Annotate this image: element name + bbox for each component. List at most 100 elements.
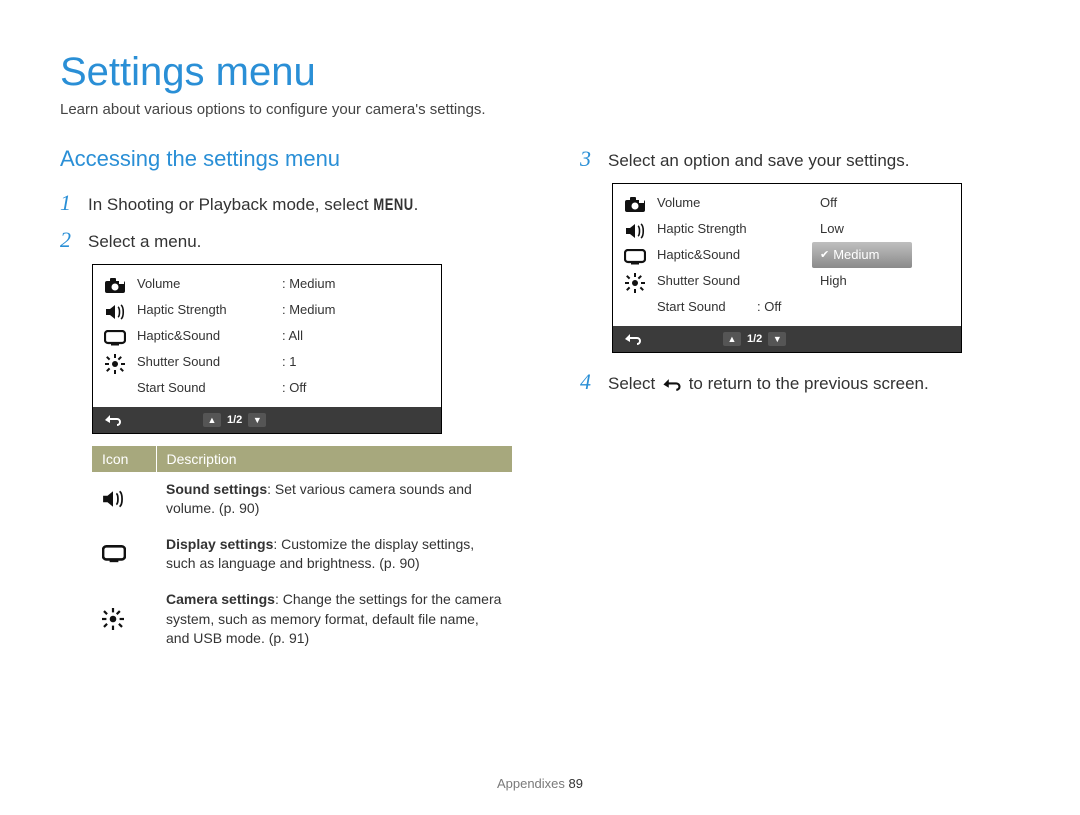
camera-icon <box>613 192 657 218</box>
menu-label: Volume <box>657 195 802 210</box>
menu-row[interactable]: Volume: Medium <box>137 271 441 297</box>
menu-value: : Medium <box>282 276 431 291</box>
sound-icon <box>92 472 156 527</box>
menu-label: Haptic&Sound <box>657 247 802 262</box>
section-heading: Accessing the settings menu <box>60 146 500 172</box>
page-number: 89 <box>569 776 583 791</box>
pager: ▲ 1/2 ▼ <box>203 413 266 427</box>
step-text: Select an option and save your settings. <box>608 149 909 173</box>
table-row: Sound settings: Set various camera sound… <box>92 472 512 527</box>
page-indicator: 1/2 <box>747 333 762 345</box>
display-icon <box>613 244 657 270</box>
menu-row[interactable]: Shutter Sound: 1 <box>137 349 441 375</box>
screen-sidebar <box>93 265 137 407</box>
page-down-icon[interactable]: ▼ <box>768 332 786 346</box>
check-icon: ✔ <box>820 248 829 261</box>
page-up-icon[interactable]: ▲ <box>203 413 221 427</box>
menu-row[interactable]: Shutter Sound <box>657 268 812 294</box>
step-number: 2 <box>60 227 78 253</box>
icon-description-table: Icon Description Sound settings: Set var… <box>92 446 512 657</box>
menu-chip-icon: MENU <box>373 194 413 218</box>
th-description: Description <box>156 446 512 472</box>
page-footer: Appendixes 89 <box>0 776 1080 791</box>
camera-icon <box>93 273 137 299</box>
menu-row[interactable]: Haptic Strength: Medium <box>137 297 441 323</box>
screen-mockup-1: Volume: Medium Haptic Strength: Medium H… <box>92 264 442 434</box>
table-row: Camera settings: Change the settings for… <box>92 582 512 657</box>
option-label: Off <box>820 195 837 210</box>
step-pre: Select <box>608 374 660 393</box>
footer-label: Appendixes <box>497 776 565 791</box>
page-indicator: 1/2 <box>227 414 242 426</box>
display-icon <box>92 527 156 582</box>
step-4: 4 Select to return to the previous scree… <box>580 369 1020 396</box>
gear-icon <box>93 351 137 377</box>
step-3: 3 Select an option and save your setting… <box>580 146 1020 173</box>
step-1: 1 In Shooting or Playback mode, select M… <box>60 190 500 217</box>
menu-label: Start Sound <box>657 299 757 314</box>
menu-label: Haptic Strength <box>137 302 282 317</box>
menu-label: Haptic&Sound <box>137 328 282 343</box>
page-down-icon[interactable]: ▼ <box>248 413 266 427</box>
left-column: Accessing the settings menu 1 In Shootin… <box>60 146 500 657</box>
option-row[interactable]: Low <box>812 216 912 242</box>
desc-bold: Display settings <box>166 536 273 552</box>
menu-label: Volume <box>137 276 282 291</box>
desc-bold: Sound settings <box>166 481 267 497</box>
screen-menu-list: Volume Haptic Strength Haptic&Sound Shut… <box>657 184 812 326</box>
menu-value: : Medium <box>282 302 431 317</box>
display-icon <box>93 325 137 351</box>
pager: ▲ 1/2 ▼ <box>723 332 786 346</box>
right-column: 3 Select an option and save your setting… <box>580 146 1020 657</box>
option-label: Low <box>820 221 844 236</box>
page-title: Settings menu <box>60 50 1020 95</box>
menu-row[interactable]: Haptic&Sound <box>657 242 812 268</box>
option-row[interactable]: Off <box>812 190 912 216</box>
step-pre: In Shooting or Playback mode, select <box>88 195 373 214</box>
screen-footer: ▲ 1/2 ▼ <box>93 407 441 433</box>
back-icon[interactable] <box>93 407 133 433</box>
desc-bold: Camera settings <box>166 591 275 607</box>
menu-value: : Off <box>282 380 431 395</box>
step-text: Select a menu. <box>88 230 201 254</box>
gear-icon <box>92 582 156 657</box>
step-number: 1 <box>60 190 78 216</box>
screen-sidebar <box>613 184 657 326</box>
screen-menu-list: Volume: Medium Haptic Strength: Medium H… <box>137 265 441 407</box>
step-number: 4 <box>580 369 598 395</box>
menu-row[interactable]: Volume <box>657 190 812 216</box>
step-2: 2 Select a menu. <box>60 227 500 254</box>
sound-icon <box>613 218 657 244</box>
option-label: High <box>820 273 847 288</box>
step-text: Select to return to the previous screen. <box>608 372 929 396</box>
menu-row[interactable]: Start Sound: Off <box>657 294 812 320</box>
step-number: 3 <box>580 146 598 172</box>
page-subtitle: Learn about various options to configure… <box>60 101 1020 118</box>
back-icon <box>662 377 682 392</box>
menu-row[interactable]: Haptic Strength <box>657 216 812 242</box>
menu-value: : All <box>282 328 431 343</box>
page-up-icon[interactable]: ▲ <box>723 332 741 346</box>
sound-icon <box>93 299 137 325</box>
screen-footer: ▲ 1/2 ▼ <box>613 326 961 352</box>
table-row: Display settings: Customize the display … <box>92 527 512 582</box>
th-icon: Icon <box>92 446 156 472</box>
option-row[interactable]: High <box>812 268 912 294</box>
back-icon[interactable] <box>613 326 653 352</box>
step-post: to return to the previous screen. <box>684 374 929 393</box>
step-post: . <box>414 195 419 214</box>
menu-value: : 1 <box>282 354 431 369</box>
gear-icon <box>613 270 657 296</box>
menu-row[interactable]: Haptic&Sound: All <box>137 323 441 349</box>
menu-label: Start Sound <box>137 380 282 395</box>
option-column: Off Low ✔ Medium High <box>812 184 912 326</box>
menu-label: Shutter Sound <box>137 354 282 369</box>
screen-mockup-2: Volume Haptic Strength Haptic&Sound Shut… <box>612 183 962 353</box>
menu-row[interactable]: Start Sound: Off <box>137 375 441 401</box>
menu-label: Shutter Sound <box>657 273 802 288</box>
option-label: Medium <box>833 247 879 262</box>
menu-label: Haptic Strength <box>657 221 802 236</box>
menu-value: : Off <box>757 299 802 314</box>
option-row-selected[interactable]: ✔ Medium <box>812 242 912 268</box>
step-text: In Shooting or Playback mode, select MEN… <box>88 193 418 217</box>
